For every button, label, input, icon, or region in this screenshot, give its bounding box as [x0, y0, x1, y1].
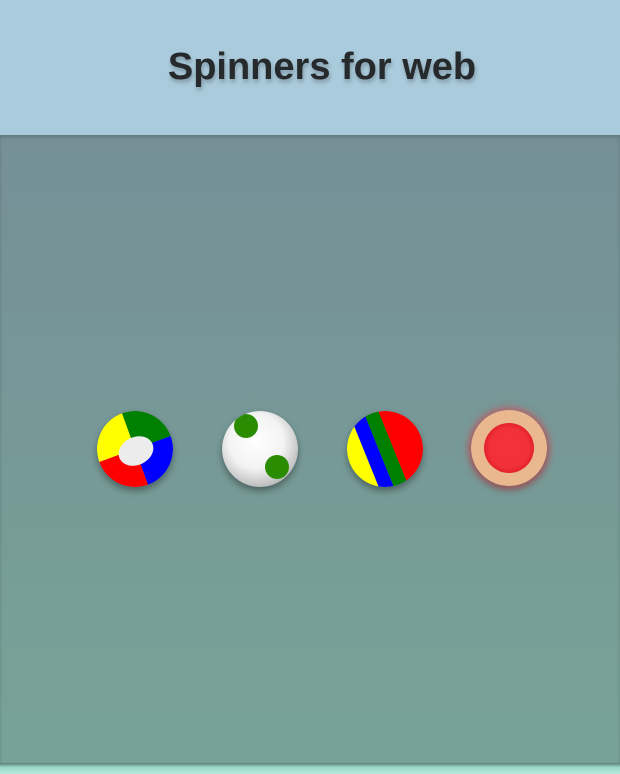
spinner-pulse-ring	[471, 410, 547, 486]
page-header: Spinners for web	[0, 0, 620, 135]
spinner-striped-ball	[347, 411, 423, 487]
spinner-dot	[265, 455, 289, 479]
footer-strip	[0, 763, 620, 774]
page-title: Spinners for web	[167, 46, 477, 88]
page: Spinners for web	[0, 0, 620, 774]
spinner-ball	[222, 411, 298, 487]
spinner-core	[484, 423, 534, 473]
spinner-stage	[0, 135, 620, 763]
spinner-dot	[234, 414, 258, 438]
spinner-dots-ball	[222, 411, 298, 487]
spinner-quadrant-ring	[97, 411, 173, 487]
